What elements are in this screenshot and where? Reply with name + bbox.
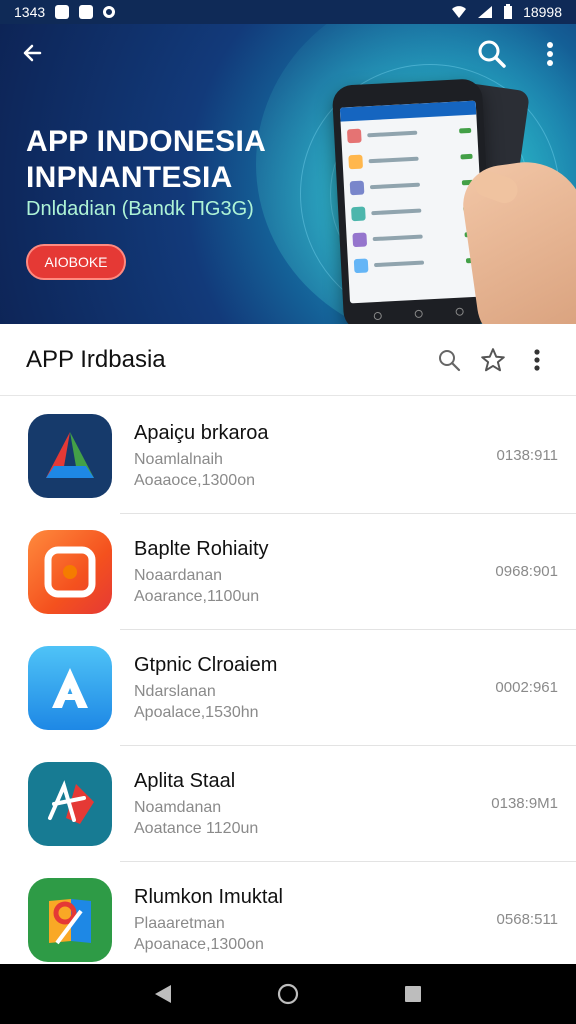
letter-a-logo-icon (52, 668, 88, 708)
back-arrow-icon[interactable] (18, 38, 48, 68)
back-triangle-icon (154, 985, 171, 1003)
hero-cta-button[interactable]: AIOBOKE (26, 244, 126, 280)
wifi-icon (452, 6, 467, 18)
list-item[interactable]: Gtpnic Clroaiem Ndarslanan Apoalace,1530… (0, 630, 576, 746)
list-item[interactable]: Rlumkon Imuktal Plaaaretman Apoanace,130… (0, 862, 576, 978)
message-notification-icon (55, 5, 70, 19)
signal-icon (478, 6, 493, 18)
app-info: Apoanace,1300on (134, 936, 264, 953)
app-list: Apaiçu brkaroa Noamlalnaih Aoaaoce,1300o… (0, 398, 576, 978)
status-bar: 1343 18998 (0, 0, 576, 24)
app-icon (28, 414, 112, 498)
star-burst-logo-icon (48, 780, 94, 824)
circle-notification-icon (103, 6, 116, 18)
recents-square-icon (405, 986, 422, 1002)
app-name: Rlumkon Imuktal (134, 886, 283, 908)
system-nav-bar (0, 964, 576, 1024)
star-icon (481, 347, 505, 371)
more-vert-icon[interactable] (538, 38, 562, 70)
status-time: 1343 (14, 4, 46, 20)
app-timestamp: 0968:901 (495, 563, 558, 580)
app-notification-icon (79, 5, 94, 19)
hero-subtitle: Dnldadian (Bandk ПG3G) (26, 198, 254, 220)
hero-title: APP INDONESIA INPNANTESIA (26, 124, 266, 196)
app-icon (28, 530, 112, 614)
app-name: Gtpnic Clroaiem (134, 654, 278, 676)
search-icon (439, 349, 461, 371)
nav-back-button[interactable] (148, 979, 178, 1009)
app-timestamp: 0138:9M1 (491, 795, 558, 812)
hero-banner: APP INDONESIA INPNANTESIA Dnldadian (Ban… (0, 24, 576, 324)
app-publisher: Noamdanan (134, 799, 222, 816)
triangle-logo-icon (46, 432, 94, 478)
home-circle-icon (277, 983, 299, 1005)
list-item[interactable]: Aplita Staal Noamdanan Aoatance 1120un 0… (0, 746, 576, 862)
app-info: Aoarance,1100un (134, 588, 260, 605)
page-title: APP Irdbasia (26, 345, 166, 373)
favorite-button[interactable] (480, 347, 506, 373)
more-vert-icon (534, 348, 540, 371)
app-timestamp: 0138:911 (496, 447, 558, 464)
app-icon (28, 646, 112, 730)
header-more-button[interactable] (524, 347, 550, 373)
search-icon[interactable] (476, 38, 508, 70)
app-publisher: Noaardanan (134, 567, 223, 584)
app-name: Baplte Rohiaity (134, 538, 269, 560)
header-search-button[interactable] (436, 347, 462, 373)
hero-title-line2: INPNANTESIA (26, 161, 233, 194)
app-info: Apoalace,1530hn (134, 704, 259, 721)
map-logo-icon (49, 899, 91, 945)
app-name: Aplita Staal (134, 770, 236, 792)
app-info: Aoaaoce,1300on (134, 472, 255, 489)
nav-home-button[interactable] (273, 979, 303, 1009)
app-publisher: Noamlalnaih (134, 451, 223, 468)
app-timestamp: 0568:511 (496, 911, 558, 928)
app-header: APP Irdbasia (0, 324, 576, 396)
list-item[interactable]: Apaiçu brkaroa Noamlalnaih Aoaaoce,1300o… (0, 398, 576, 514)
battery-icon (504, 4, 513, 19)
list-item[interactable]: Baplte Rohiaity Noaardanan Aoarance,1100… (0, 514, 576, 630)
app-info: Aoatance 1120un (134, 820, 259, 837)
hero-title-line1: APP INDONESIA (26, 125, 267, 158)
battery-level: 18998 (523, 4, 562, 20)
app-icon (28, 878, 112, 962)
nav-recents-button[interactable] (398, 979, 428, 1009)
app-icon (28, 762, 112, 846)
camera-logo-icon (44, 546, 96, 598)
app-timestamp: 0002:961 (495, 679, 558, 696)
app-publisher: Plaaaretman (134, 915, 225, 932)
app-publisher: Ndarslanan (134, 683, 216, 700)
app-name: Apaiçu brkaroa (134, 422, 269, 444)
